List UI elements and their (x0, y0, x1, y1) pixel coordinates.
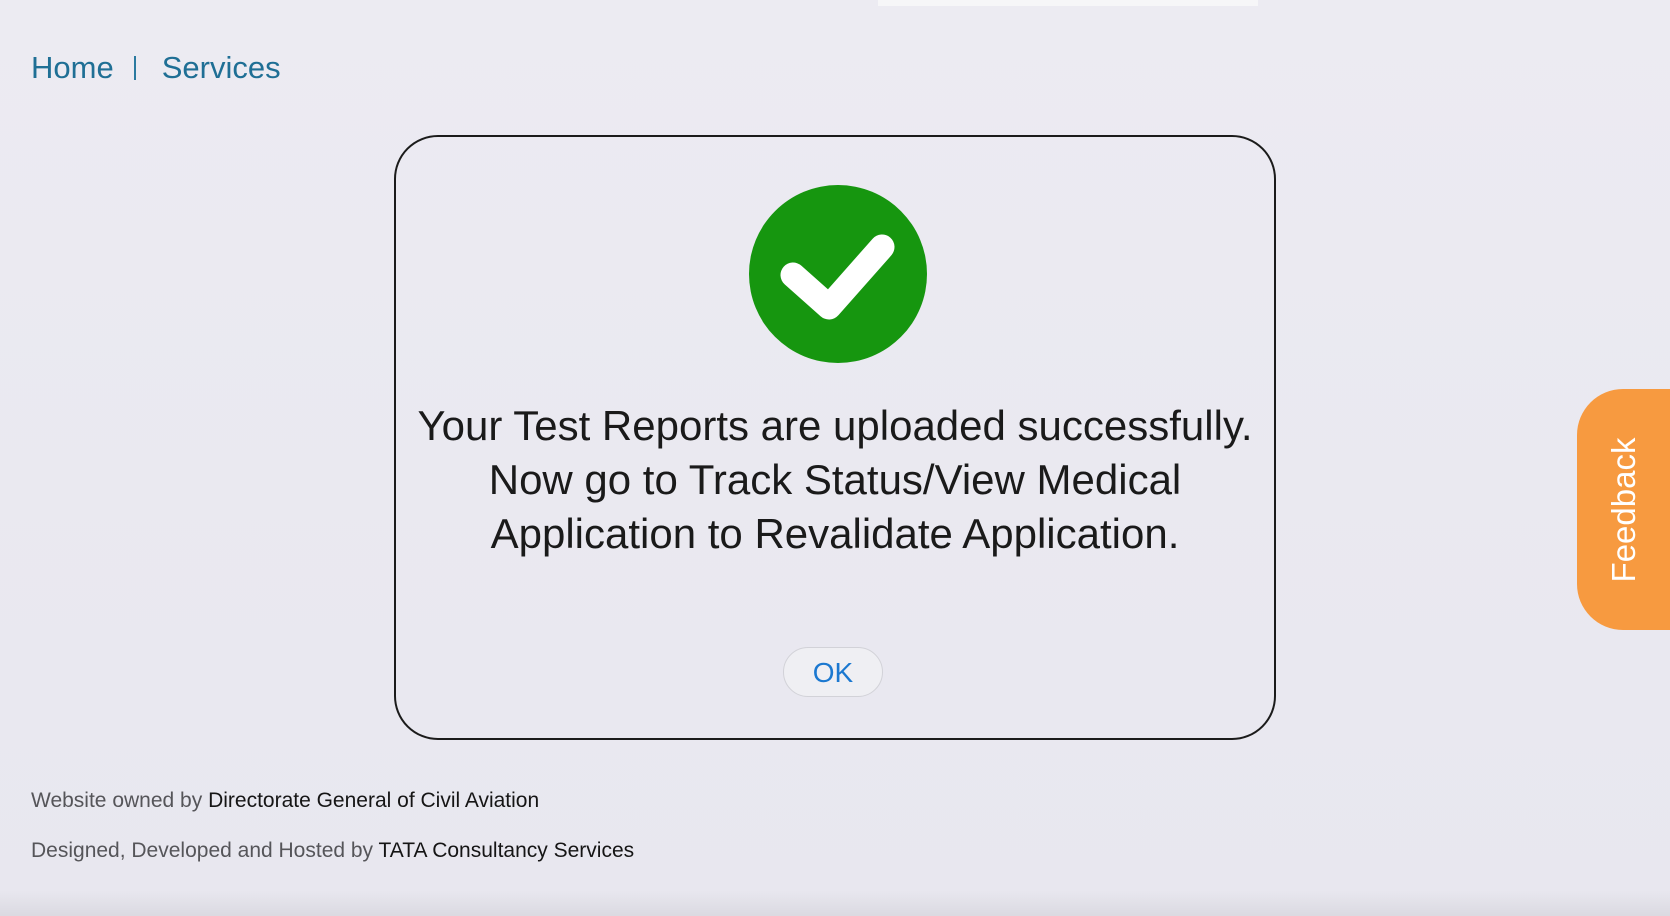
ok-button[interactable]: OK (783, 647, 883, 697)
checkmark-icon (780, 234, 895, 320)
success-dialog: Your Test Reports are uploaded successfu… (394, 135, 1276, 740)
footer-owned-prefix: Website owned by (31, 789, 203, 812)
message-line: Your Test Reports are uploaded successfu… (417, 402, 1253, 449)
success-message: Your Test Reports are uploaded successfu… (396, 399, 1274, 561)
footer-designer-name: TATA Consultancy Services (378, 839, 635, 862)
feedback-label: Feedback (1604, 437, 1642, 582)
footer-owner-name: Directorate General of Civil Aviation (208, 789, 540, 812)
footer-designed-prefix: Designed, Developed and Hosted by (31, 839, 374, 862)
top-strip (878, 0, 1258, 6)
breadcrumb-services-link[interactable]: Services (162, 50, 281, 86)
breadcrumb-home-link[interactable]: Home (31, 50, 114, 86)
feedback-tab[interactable]: Feedback (1577, 389, 1670, 630)
message-line: Now go to Track Status/View Medical (488, 456, 1182, 503)
footer-owned-by: Website owned by Directorate General of … (31, 789, 539, 813)
footer-designed-by: Designed, Developed and Hosted by TATA C… (31, 839, 634, 863)
breadcrumb-separator (133, 56, 136, 80)
message-line: Application to Revalidate Application. (490, 510, 1180, 557)
breadcrumb: Home Services (31, 50, 281, 86)
check-circle-icon (749, 185, 927, 363)
bottom-shade (0, 890, 1670, 916)
